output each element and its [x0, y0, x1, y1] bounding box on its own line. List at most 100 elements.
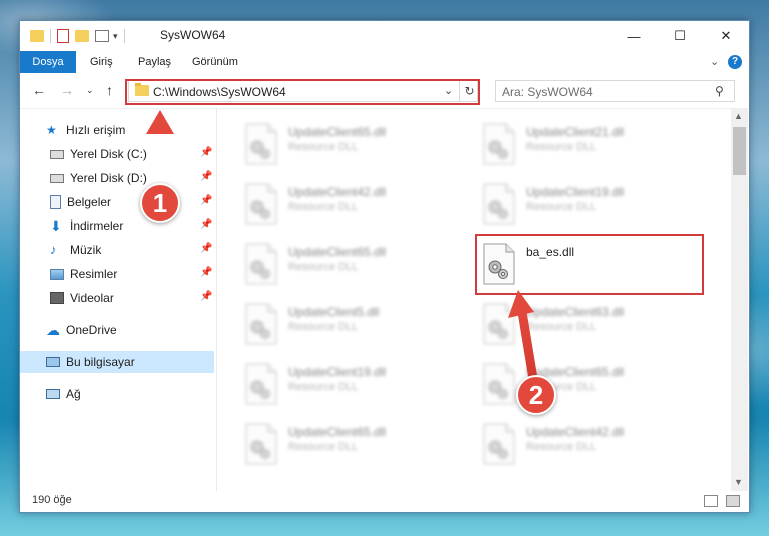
drive-icon — [50, 149, 64, 159]
vertical-scrollbar[interactable]: ▲ ▼ — [731, 109, 748, 491]
scrollbar-thumb[interactable] — [733, 127, 746, 175]
sidebar-item-this-pc[interactable]: Bu bilgisayar — [20, 351, 214, 373]
separator — [50, 29, 51, 43]
search-placeholder[interactable]: Ara: SysWOW64 — [502, 85, 593, 99]
file-type: Resource DLL — [288, 381, 359, 393]
sidebar-item-label: Belgeler — [67, 195, 112, 209]
ribbon-expand-icon[interactable]: ⌄ — [710, 55, 719, 68]
sidebar-item-label: Yerel Disk (C:) — [70, 147, 147, 161]
pin-icon[interactable]: 📌 — [200, 147, 212, 158]
file-type: Resource DLL — [526, 201, 597, 213]
file-name: UpdateClient19.dll — [526, 185, 625, 199]
view-options-icon[interactable] — [95, 30, 109, 42]
scroll-down-icon[interactable]: ▼ — [734, 477, 743, 487]
search-box[interactable]: Ara: SysWOW64 ⚲ — [495, 80, 735, 102]
chevron-down-icon[interactable]: ▾ — [113, 31, 118, 42]
file-name: UpdateClient19.dll — [288, 365, 387, 379]
pin-icon[interactable]: 📌 — [200, 171, 212, 182]
drive-icon — [50, 173, 64, 183]
file-item[interactable]: UpdateClient19.dll Resource DLL — [218, 357, 448, 405]
sidebar-item-disk-d[interactable]: Yerel Disk (D:) 📌 — [20, 167, 214, 189]
file-type: Resource DLL — [526, 441, 597, 453]
sidebar-item-documents[interactable]: Belgeler 📌 — [20, 191, 214, 213]
file-type: Resource DLL — [526, 141, 597, 153]
picture-icon — [50, 268, 64, 280]
file-name: UpdateClient65.dll — [288, 245, 387, 259]
folder-icon[interactable] — [30, 30, 44, 42]
sidebar-item-label: Hızlı erişim — [66, 123, 126, 137]
file-item[interactable]: UpdateClient19.dll Resource DLL — [456, 177, 686, 225]
minimize-button[interactable]: — — [611, 21, 657, 51]
sidebar-item-label: Ağ — [66, 387, 81, 401]
file-type: Resource DLL — [526, 321, 597, 333]
file-type: Resource DLL — [288, 321, 359, 333]
file-item[interactable]: UpdateClient65.dll Resource DLL — [218, 417, 448, 465]
file-type: Resource DLL — [288, 261, 359, 273]
sidebar-item-label: OneDrive — [66, 323, 117, 337]
up-arrow-icon[interactable]: ↑ — [106, 82, 113, 98]
file-item[interactable]: UpdateClient65.dll Resource DLL — [218, 117, 448, 165]
download-icon: ⬇ — [50, 218, 62, 234]
separator — [123, 29, 125, 43]
video-icon — [50, 292, 64, 304]
dll-file-icon — [482, 423, 516, 465]
recent-locations-icon[interactable]: ⌄ — [86, 85, 94, 96]
step-marker-2: 2 — [516, 375, 556, 415]
file-name: UpdateClient42.dll — [526, 425, 625, 439]
file-item[interactable]: UpdateClient5.dll Resource DLL — [218, 297, 448, 345]
pin-icon[interactable]: 📌 — [200, 291, 212, 302]
music-icon: ♪ — [50, 242, 57, 257]
dll-file-icon — [244, 123, 278, 165]
file-name: UpdateClient5.dll — [288, 305, 380, 319]
document-icon — [50, 195, 61, 209]
status-bar: 190 öğe — [20, 491, 749, 512]
file-name: UpdateClient65.dll — [288, 425, 387, 439]
sidebar-item-music[interactable]: ♪ Müzik 📌 — [20, 239, 214, 261]
computer-icon — [46, 357, 60, 367]
sidebar-item-label: Yerel Disk (D:) — [70, 171, 147, 185]
file-item[interactable]: UpdateClient42.dll Resource DLL — [456, 417, 686, 465]
sidebar-item-label: Videolar — [70, 291, 114, 305]
tab-view[interactable]: Görünüm — [182, 51, 248, 73]
file-item[interactable]: UpdateClient63.dll Resource DLL — [456, 297, 686, 345]
pin-icon[interactable]: 📌 — [200, 219, 212, 230]
scroll-up-icon[interactable]: ▲ — [734, 111, 743, 121]
close-button[interactable]: ✕ — [703, 21, 749, 51]
maximize-button[interactable]: ☐ — [657, 21, 703, 51]
sidebar-item-quick-access[interactable]: ★ Hızlı erişim — [20, 119, 214, 141]
file-item[interactable]: UpdateClient65.dll Resource DLL — [456, 357, 686, 405]
dll-file-icon — [244, 183, 278, 225]
file-item[interactable]: UpdateClient21.dll Resource DLL — [456, 117, 686, 165]
new-folder-icon[interactable] — [75, 30, 89, 42]
sidebar-item-network[interactable]: Ağ — [20, 383, 214, 405]
properties-icon[interactable] — [57, 29, 69, 43]
pin-icon[interactable]: 📌 — [200, 195, 212, 206]
file-type: Resource DLL — [288, 201, 359, 213]
tab-share[interactable]: Paylaş — [128, 51, 181, 73]
file-item[interactable]: UpdateClient42.dll Resource DLL — [218, 177, 448, 225]
sidebar-item-disk-c[interactable]: Yerel Disk (C:) 📌 — [20, 143, 214, 165]
sidebar-item-pictures[interactable]: Resimler 📌 — [20, 263, 214, 285]
file-type: Resource DLL — [288, 441, 359, 453]
details-view-icon[interactable] — [704, 495, 718, 507]
sidebar-item-label: Müzik — [70, 243, 102, 257]
dll-file-icon — [482, 303, 516, 345]
pin-icon[interactable]: 📌 — [200, 243, 212, 254]
file-highlight — [475, 234, 704, 295]
file-list: UpdateClient65.dll Resource DLL UpdateCl… — [218, 109, 730, 491]
sidebar-item-videos[interactable]: Videolar 📌 — [20, 287, 214, 309]
step-marker-1: 1 — [140, 183, 180, 223]
pin-icon[interactable]: 📌 — [200, 267, 212, 278]
file-name: UpdateClient63.dll — [526, 305, 625, 319]
search-icon[interactable]: ⚲ — [715, 84, 724, 98]
large-icons-view-icon[interactable] — [726, 495, 740, 507]
sidebar-item-onedrive[interactable]: ☁ OneDrive — [20, 319, 214, 341]
help-icon[interactable]: ? — [728, 55, 742, 69]
back-arrow-icon[interactable]: ← — [32, 82, 46, 98]
title-bar: ▾ SysWOW64 — ☐ ✕ — [20, 21, 749, 51]
sidebar-item-downloads[interactable]: ⬇ İndirmeler 📌 — [20, 215, 214, 237]
sidebar-item-label: Resimler — [70, 267, 118, 281]
tab-home[interactable]: Giriş — [80, 51, 123, 73]
forward-arrow-icon[interactable]: → — [60, 82, 74, 98]
file-item[interactable]: UpdateClient65.dll Resource DLL — [218, 237, 448, 285]
